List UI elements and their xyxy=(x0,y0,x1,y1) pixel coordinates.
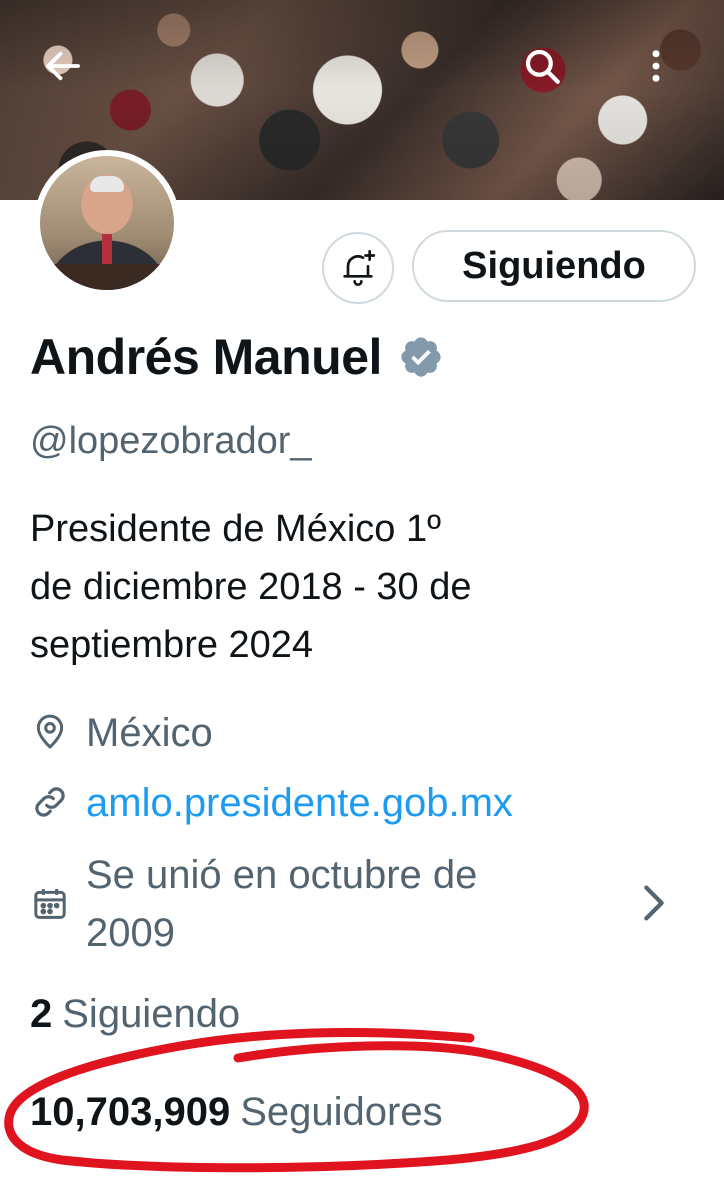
profile-bio: Presidente de México 1º de diciembre 201… xyxy=(30,500,650,674)
verified-badge-icon[interactable] xyxy=(398,334,444,380)
back-arrow-icon xyxy=(46,51,80,81)
notifications-button[interactable] xyxy=(322,232,394,304)
website-link[interactable]: amlo.presidente.gob.mx xyxy=(86,774,513,832)
location-text: México xyxy=(86,711,213,755)
followers-count-link[interactable]: 10,703,909 Seguidores xyxy=(30,1090,443,1135)
more-vertical-icon xyxy=(652,50,660,82)
avatar-desk xyxy=(40,264,174,290)
search-button[interactable] xyxy=(512,36,572,96)
joined-text: Se unió en octubre de 2009 xyxy=(86,846,586,962)
profile-name: Andrés Manuel xyxy=(30,329,382,385)
bell-plus-icon xyxy=(343,250,376,286)
followers-count: 10,703,909 xyxy=(30,1090,231,1134)
search-icon xyxy=(525,49,560,84)
link-icon xyxy=(30,782,70,822)
bio-line: septiembre 2024 xyxy=(30,624,314,666)
bio-line: de diciembre 2018 - 30 de xyxy=(30,566,472,608)
profile-website[interactable]: amlo.presidente.gob.mx xyxy=(30,774,513,832)
profile-name-row: Andrés Manuel xyxy=(30,328,444,386)
joined-line: Se unió en octubre de xyxy=(86,853,478,897)
location-pin-icon xyxy=(30,712,70,752)
followers-label: Seguidores xyxy=(240,1090,443,1134)
avatar-hair xyxy=(90,176,124,192)
profile-location: México xyxy=(30,704,213,762)
following-button[interactable]: Siguiendo xyxy=(412,230,696,302)
following-count-link[interactable]: 2 Siguiendo xyxy=(30,992,240,1037)
joined-line: 2009 xyxy=(86,911,175,955)
avatar[interactable] xyxy=(34,150,180,296)
following-count: 2 xyxy=(30,992,53,1036)
profile-handle: @lopezobrador_ xyxy=(30,420,312,462)
back-button[interactable] xyxy=(34,36,94,96)
more-button[interactable] xyxy=(626,36,686,96)
profile-joined: Se unió en octubre de 2009 xyxy=(30,846,586,962)
calendar-icon xyxy=(30,884,70,924)
chevron-right-icon[interactable] xyxy=(636,880,672,926)
bio-line: Presidente de México 1º xyxy=(30,508,441,550)
following-label: Siguiendo xyxy=(62,992,241,1036)
